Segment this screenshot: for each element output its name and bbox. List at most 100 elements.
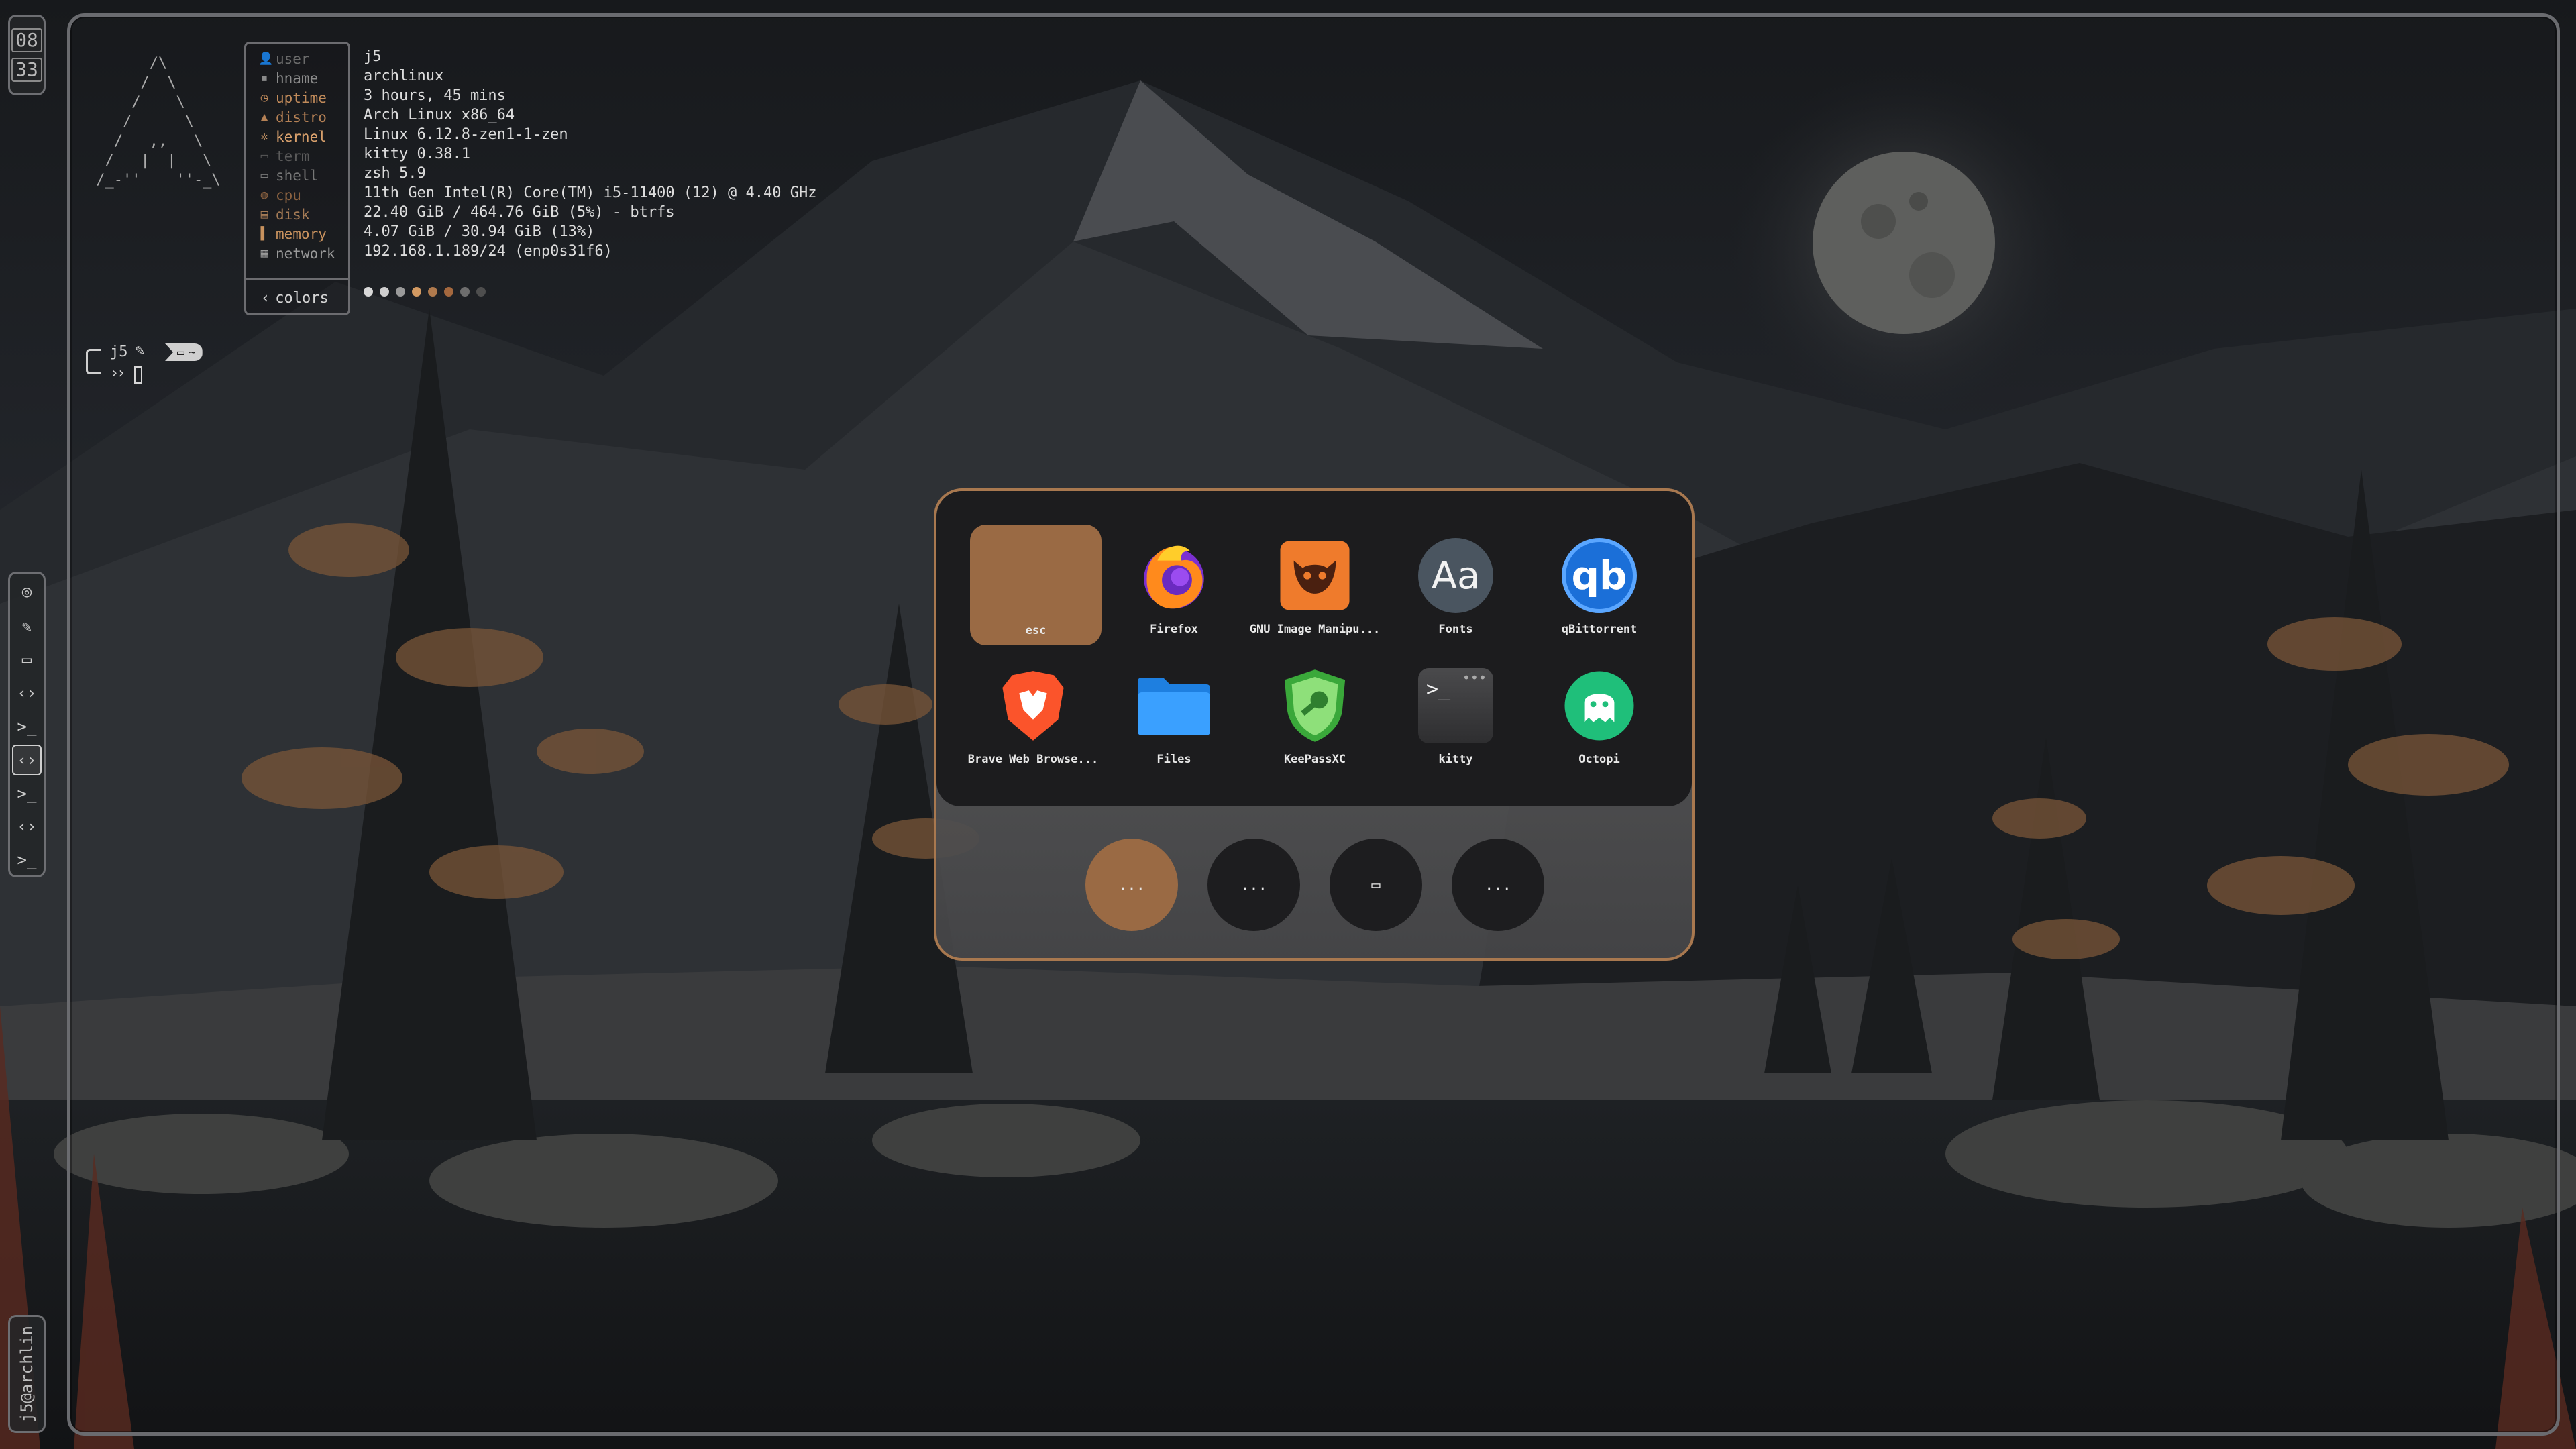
- kernel-icon: ✲: [260, 129, 268, 144]
- terminal-icon: >_: [17, 717, 37, 737]
- fetch-value-distro: Arch Linux x86_64: [364, 107, 515, 123]
- distro-icon: ▲: [260, 110, 268, 124]
- clock-hour: 08: [11, 28, 42, 52]
- workspace-5[interactable]: >_: [12, 711, 42, 742]
- code-icon: ‹›: [17, 817, 37, 837]
- qbittorrent-icon: qb: [1559, 535, 1640, 616]
- fetch-key-cpu: ◍ cpu: [258, 185, 301, 205]
- fetch-key-shell: ▭ shell: [258, 166, 319, 185]
- code-icon: ‹›: [17, 684, 37, 703]
- github-icon: ⌾: [21, 583, 32, 602]
- text-cursor: [134, 366, 142, 384]
- shell-icon: ▭: [260, 168, 268, 182]
- memory-icon: ▌: [260, 227, 268, 241]
- user-icon: 👤: [258, 52, 274, 66]
- app-brave[interactable]: Brave Web Browse...: [967, 655, 1099, 775]
- cpu-icon: ◍: [260, 188, 268, 202]
- desktop: 08 33 ⌾ ✎ ▭ ‹› >_ ‹› >_ ‹› >_ j5@archlin /\ / \ …: [0, 0, 2576, 1449]
- uptime-icon: ◷: [260, 91, 268, 105]
- kitty-icon: >_ •••: [1415, 665, 1496, 746]
- fastfetch-keys: 👤 user ▪ hname ◷ uptime ▲ distro ✲ kernel ▭ term ▭ sh…: [244, 42, 350, 315]
- firefox-icon: [1134, 535, 1214, 616]
- workspace-4[interactable]: ‹›: [12, 678, 42, 708]
- workspace-1[interactable]: ⌾: [12, 578, 42, 608]
- quick-button-2[interactable]: ...: [1208, 839, 1300, 931]
- folder-icon: ▭: [21, 650, 32, 669]
- gimp-icon: [1275, 535, 1355, 616]
- fetch-key-term: ▭ term: [258, 146, 310, 166]
- app-grid: esc Firefox GNU Image Manipu... Aa Fonts…: [936, 491, 1692, 806]
- fetch-value-shell: zsh 5.9: [364, 165, 426, 182]
- files-icon: [1134, 665, 1214, 746]
- workspace-7[interactable]: >_: [12, 778, 42, 809]
- colors-label: ‹ colors: [261, 289, 329, 307]
- pencil-icon: ✎: [136, 342, 145, 359]
- app-fonts[interactable]: Aa Fonts: [1390, 525, 1521, 645]
- fetch-key-uptime: ◷ uptime: [258, 88, 327, 107]
- terminal-icon: >_: [17, 784, 37, 803]
- disk-icon: ▤: [260, 207, 268, 221]
- fetch-value-memory: 4.07 GiB / 30.94 GiB (13%): [364, 223, 595, 240]
- clock-widget[interactable]: 08 33: [8, 15, 46, 95]
- brave-icon: [993, 665, 1073, 746]
- prompt-arrow: ››: [110, 365, 125, 382]
- arch-logo-ascii: /\ / \ / \ / \ / ,, \ / | | \ /_-'' ''-_…: [96, 55, 221, 189]
- workspace-3[interactable]: ▭: [12, 645, 42, 676]
- brush-icon: ✎: [21, 616, 32, 636]
- app-gimp[interactable]: GNU Image Manipu...: [1249, 525, 1381, 645]
- workspace-switcher: ⌾ ✎ ▭ ‹› >_ ‹› >_ ‹› >_: [8, 572, 46, 877]
- app-launcher: esc Firefox GNU Image Manipu... Aa Fonts…: [934, 488, 1695, 961]
- fetch-key-kernel: ✲ kernel: [258, 127, 327, 146]
- app-octopi[interactable]: Octopi: [1534, 655, 1665, 775]
- clock-minute: 33: [11, 58, 42, 82]
- divider: [246, 278, 348, 280]
- fetch-value-user: j5: [364, 48, 382, 65]
- fetch-key-distro: ▲ distro: [258, 107, 327, 127]
- workspace-2[interactable]: ✎: [12, 611, 42, 642]
- hname-icon: ▪: [260, 71, 268, 85]
- fetch-key-hname: ▪ hname: [258, 68, 319, 88]
- color-swatch: [476, 287, 486, 297]
- octopi-icon: [1559, 665, 1640, 746]
- color-swatch: [444, 287, 453, 297]
- fetch-value-cpu: 11th Gen Intel(R) Core(TM) i5-11400 (12)…: [364, 184, 817, 201]
- color-swatch: [428, 287, 437, 297]
- term-icon: ▭: [260, 149, 268, 163]
- window-icon: ▭: [1371, 876, 1381, 894]
- prompt-user: j5: [110, 343, 128, 360]
- workspace-6[interactable]: ‹›: [12, 744, 42, 775]
- color-palette: [364, 287, 486, 297]
- app-firefox[interactable]: Firefox: [1108, 525, 1240, 645]
- fetch-key-user: 👤 user: [258, 50, 310, 67]
- fetch-value-uptime: 3 hours, 45 mins: [364, 87, 506, 104]
- app-keepassxc[interactable]: KeePassXC: [1249, 655, 1381, 775]
- fetch-value-kernel: Linux 6.12.8-zen1-1-zen: [364, 126, 568, 143]
- color-swatch: [412, 287, 421, 297]
- network-icon: ▦: [260, 246, 268, 260]
- quick-button-3[interactable]: ▭: [1330, 839, 1422, 931]
- app-kitty[interactable]: >_ ••• kitty: [1390, 655, 1521, 775]
- app-qbittorrent[interactable]: qb qBittorrent: [1534, 525, 1665, 645]
- color-swatch: [380, 287, 389, 297]
- user-host-label[interactable]: j5@archlin: [8, 1315, 46, 1433]
- folder-icon: ▭: [177, 345, 184, 360]
- quick-button-1[interactable]: ...: [1085, 839, 1178, 931]
- color-swatch: [364, 287, 373, 297]
- fetch-value-hname: archlinux: [364, 68, 444, 85]
- user-host-text: j5@archlin: [17, 1325, 36, 1423]
- terminal-icon: >_: [17, 851, 37, 870]
- app-esc[interactable]: esc: [970, 525, 1102, 645]
- color-swatch: [460, 287, 470, 297]
- fetch-key-disk: ▤ disk: [258, 205, 310, 224]
- quick-button-4[interactable]: ...: [1452, 839, 1544, 931]
- fetch-value-network: 192.168.1.189/24 (enp0s31f6): [364, 243, 612, 260]
- workspace-9[interactable]: >_: [12, 845, 42, 875]
- app-files[interactable]: Files: [1108, 655, 1240, 775]
- fetch-key-network: ▦ network: [258, 244, 335, 263]
- prompt-bracket: [86, 349, 101, 374]
- fetch-value-term: kitty 0.38.1: [364, 146, 470, 162]
- fetch-key-memory: ▌ memory: [258, 224, 327, 244]
- chevron-left-icon: ‹: [261, 289, 270, 307]
- fetch-value-disk: 22.40 GiB / 464.76 GiB (5%) - btrfs: [364, 204, 675, 221]
- workspace-8[interactable]: ‹›: [12, 811, 42, 842]
